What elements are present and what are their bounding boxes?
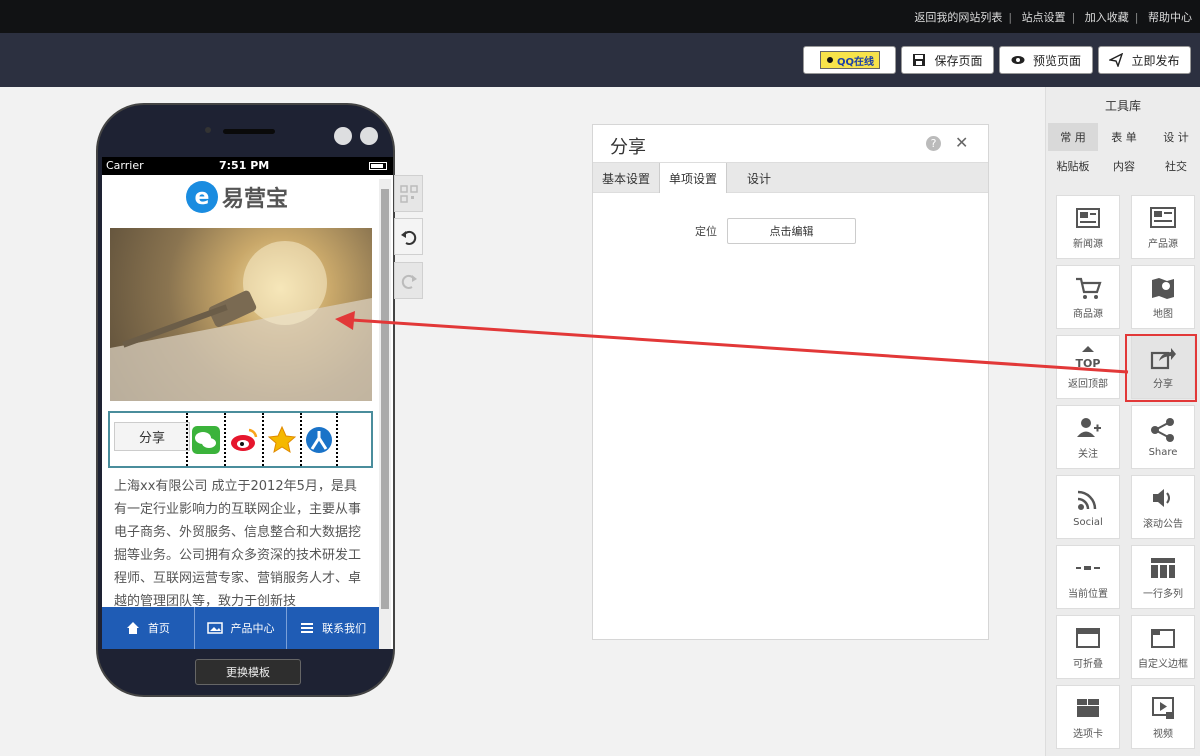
list-icon	[301, 623, 314, 633]
nav-contact[interactable]: 联系我们	[287, 607, 379, 649]
panel-title: 分享	[610, 137, 646, 158]
wechat-icon[interactable]	[186, 413, 224, 466]
link-site-settings[interactable]: 站点设置	[1022, 11, 1066, 24]
carrier-label: Carrier	[106, 159, 144, 172]
undo-icon[interactable]	[394, 218, 423, 255]
position-label: 定位	[695, 225, 717, 238]
newspaper-icon	[1076, 207, 1100, 228]
top-icon: TOP	[1076, 345, 1101, 370]
cat-content[interactable]: 内容	[1099, 152, 1149, 180]
tool-map[interactable]: 地图	[1131, 265, 1195, 329]
link-site-list[interactable]: 返回我的网站列表	[914, 11, 1002, 24]
link-add-favorite[interactable]: 加入收藏	[1085, 11, 1129, 24]
tab-basic-settings[interactable]: 基本设置	[593, 163, 661, 193]
save-page-button[interactable]: 保存页面	[901, 46, 994, 74]
qzone-icon[interactable]	[262, 413, 300, 466]
logo-e-icon: e	[186, 181, 218, 213]
cat-form[interactable]: 表 单	[1099, 123, 1149, 151]
phone-screen: Carrier 7:51 PM e 易营宝 分享 上海xx有限公司 成立于201…	[102, 157, 393, 649]
qq-penguin-icon	[824, 55, 835, 65]
floppy-icon	[913, 54, 926, 66]
tool-back-to-top[interactable]: TOP 返回顶部	[1056, 335, 1120, 399]
share-tool-highlight	[1125, 334, 1197, 402]
close-icon[interactable]: ✕	[955, 133, 968, 152]
company-intro-text: 上海xx有限公司 成立于2012年5月，是具有一定行业影响力的互联网企业，主要从…	[114, 479, 362, 609]
renren-icon[interactable]	[300, 413, 338, 466]
publish-now-button[interactable]: 立即发布	[1098, 46, 1191, 74]
share-module[interactable]: 分享	[108, 411, 373, 468]
qq-online-badge: QQ在线	[819, 51, 880, 69]
preview-page-button[interactable]: 预览页面	[999, 46, 1093, 74]
home-icon	[126, 622, 139, 634]
collapsible-icon	[1076, 627, 1100, 648]
share-button[interactable]: 分享	[114, 422, 190, 451]
clock: 7:51 PM	[219, 159, 270, 172]
tool-tabs[interactable]: 选项卡	[1056, 685, 1120, 749]
panel-tabs: 基本设置 单项设置 设计	[593, 162, 988, 193]
columns-icon	[1151, 557, 1175, 578]
speaker-icon	[1153, 488, 1170, 507]
tool-video[interactable]: 视频	[1131, 685, 1195, 749]
cat-clipboard[interactable]: 粘贴板	[1048, 152, 1098, 180]
qrcode-icon[interactable]	[394, 175, 423, 212]
breadcrumb-icon	[1076, 565, 1100, 570]
top-links: 返回我的网站列表 | 站点设置 | 加入收藏 | 帮助中心	[914, 11, 1192, 24]
border-icon	[1151, 628, 1175, 648]
link-help-center[interactable]: 帮助中心	[1148, 11, 1192, 24]
tab-item-settings[interactable]: 单项设置	[660, 163, 728, 193]
tool-share-en[interactable]: Share	[1131, 405, 1195, 469]
toolbox-title: 工具库	[1104, 99, 1141, 113]
tool-custom-border[interactable]: 自定义边框	[1131, 615, 1195, 679]
change-template-button[interactable]: 更换模板	[195, 659, 301, 685]
tabs-icon	[1077, 698, 1099, 717]
tool-social[interactable]: Social	[1056, 475, 1120, 539]
tool-goods-source[interactable]: 商品源	[1056, 265, 1120, 329]
tool-product-source[interactable]: 产品源	[1131, 195, 1195, 259]
send-icon	[1109, 53, 1124, 67]
cat-social[interactable]: 社交	[1151, 152, 1200, 180]
click-edit-button[interactable]: 点击编辑	[727, 218, 856, 244]
cart-icon	[1076, 277, 1102, 299]
lightbulb-image[interactable]	[110, 228, 372, 401]
top-bar: 返回我的网站列表 | 站点设置 | 加入收藏 | 帮助中心	[0, 0, 1200, 33]
editor-header: QQ在线 保存页面 预览页面 立即发布	[0, 33, 1200, 87]
tab-design[interactable]: 设计	[727, 163, 780, 193]
nav-products[interactable]: 产品中心	[195, 607, 288, 649]
rss-icon	[1077, 490, 1097, 510]
qq-online-button[interactable]: QQ在线	[803, 46, 896, 74]
image-icon	[206, 622, 223, 634]
cat-design[interactable]: 设 计	[1151, 123, 1200, 151]
help-icon[interactable]: ?	[926, 136, 941, 151]
redo-icon[interactable]	[394, 262, 423, 299]
share-settings-panel: 分享 ? ✕ 基本设置 单项设置 设计 定位 点击编辑	[592, 124, 989, 640]
add-user-icon	[1077, 417, 1101, 437]
cat-common[interactable]: 常 用	[1048, 123, 1098, 151]
tool-multi-column[interactable]: 一行多列	[1131, 545, 1195, 609]
video-icon	[1152, 696, 1174, 719]
nav-home[interactable]: 首页	[102, 607, 195, 649]
phone-camera	[205, 127, 211, 133]
eye-icon	[1011, 56, 1025, 64]
tool-follow[interactable]: 关注	[1056, 405, 1120, 469]
map-icon	[1152, 277, 1174, 299]
share-nodes-icon	[1151, 417, 1174, 442]
tool-breadcrumb[interactable]: 当前位置	[1056, 545, 1120, 609]
product-grid-icon	[1150, 206, 1176, 228]
battery-icon	[369, 162, 387, 170]
wechat-preview-icon[interactable]	[334, 127, 352, 145]
weibo-icon[interactable]	[224, 413, 262, 466]
bottom-nav: 首页 产品中心 联系我们	[102, 607, 379, 649]
status-bar: Carrier 7:51 PM	[102, 157, 393, 175]
chart-icon[interactable]	[360, 127, 378, 145]
site-logo: e 易营宝	[186, 181, 288, 213]
toolbox-panel: 工具库 常 用 表 单 设 计 粘贴板 内容 社交 新闻源 产品源 商品源 地图…	[1045, 87, 1200, 756]
tool-collapsible[interactable]: 可折叠	[1056, 615, 1120, 679]
phone-speaker	[223, 129, 275, 134]
svg-text:TOP: TOP	[1076, 357, 1101, 370]
tool-news-source[interactable]: 新闻源	[1056, 195, 1120, 259]
phone-scrollbar[interactable]	[379, 179, 391, 649]
tool-scroll-notice[interactable]: 滚动公告	[1131, 475, 1195, 539]
phone-preview: Carrier 7:51 PM e 易营宝 分享 上海xx有限公司 成立于201…	[96, 103, 395, 697]
